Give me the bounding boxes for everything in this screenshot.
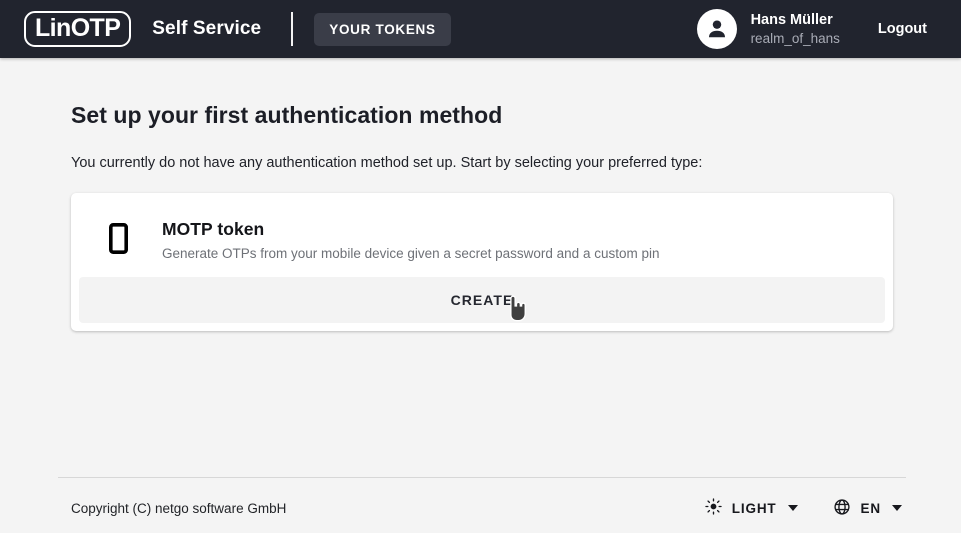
language-selector[interactable]: EN [829, 492, 906, 525]
globe-icon [833, 498, 851, 519]
copyright-text: Copyright (C) netgo software GmbH [71, 500, 287, 516]
create-button[interactable]: CREATE [79, 277, 885, 323]
language-label: EN [860, 500, 881, 516]
brightness-sun-icon [705, 498, 722, 518]
user-realm: realm_of_hans [750, 30, 840, 46]
brand-group: LinOTP Self Service [24, 11, 261, 47]
avatar[interactable] [696, 9, 737, 49]
smartphone-icon [101, 219, 135, 254]
app-footer: Copyright (C) netgo software GmbH LIGHT … [0, 477, 961, 533]
footer-inner: Copyright (C) netgo software GmbH LIGHT … [71, 478, 906, 533]
main-content: Set up your first authentication method … [0, 58, 961, 477]
token-text: MOTP token Generate OTPs from your mobil… [162, 219, 659, 261]
linotp-logo[interactable]: LinOTP [24, 11, 132, 47]
token-description: Generate OTPs from your mobile device gi… [162, 246, 660, 261]
chevron-down-icon [892, 505, 902, 511]
app-title: Self Service [152, 18, 262, 39]
header-divider [291, 12, 294, 46]
user-block[interactable]: Hans Müller realm_of_hans [696, 9, 840, 49]
smartphone-icon-glyph [108, 223, 128, 254]
token-type-card: MOTP token Generate OTPs from your mobil… [71, 193, 893, 331]
user-name: Hans Müller [750, 11, 833, 28]
person-icon [708, 20, 725, 38]
chevron-down-icon [787, 505, 798, 511]
page-title: Set up your first authentication method [71, 102, 503, 128]
page-subtitle: You currently do not have any authentica… [71, 155, 703, 171]
token-name: MOTP token [162, 219, 265, 239]
tab-your-tokens[interactable]: YOUR TOKENS [314, 12, 451, 46]
theme-selector[interactable]: LIGHT [701, 492, 802, 524]
app-root: LinOTP Self Service YOUR TOKENS Hans Mül… [0, 0, 961, 533]
theme-label: LIGHT [731, 500, 777, 516]
token-option-motp[interactable]: MOTP token Generate OTPs from your mobil… [79, 201, 885, 277]
app-header: LinOTP Self Service YOUR TOKENS Hans Mül… [0, 0, 961, 58]
user-text: Hans Müller realm_of_hans [751, 11, 840, 48]
logout-button[interactable]: Logout [874, 15, 931, 43]
